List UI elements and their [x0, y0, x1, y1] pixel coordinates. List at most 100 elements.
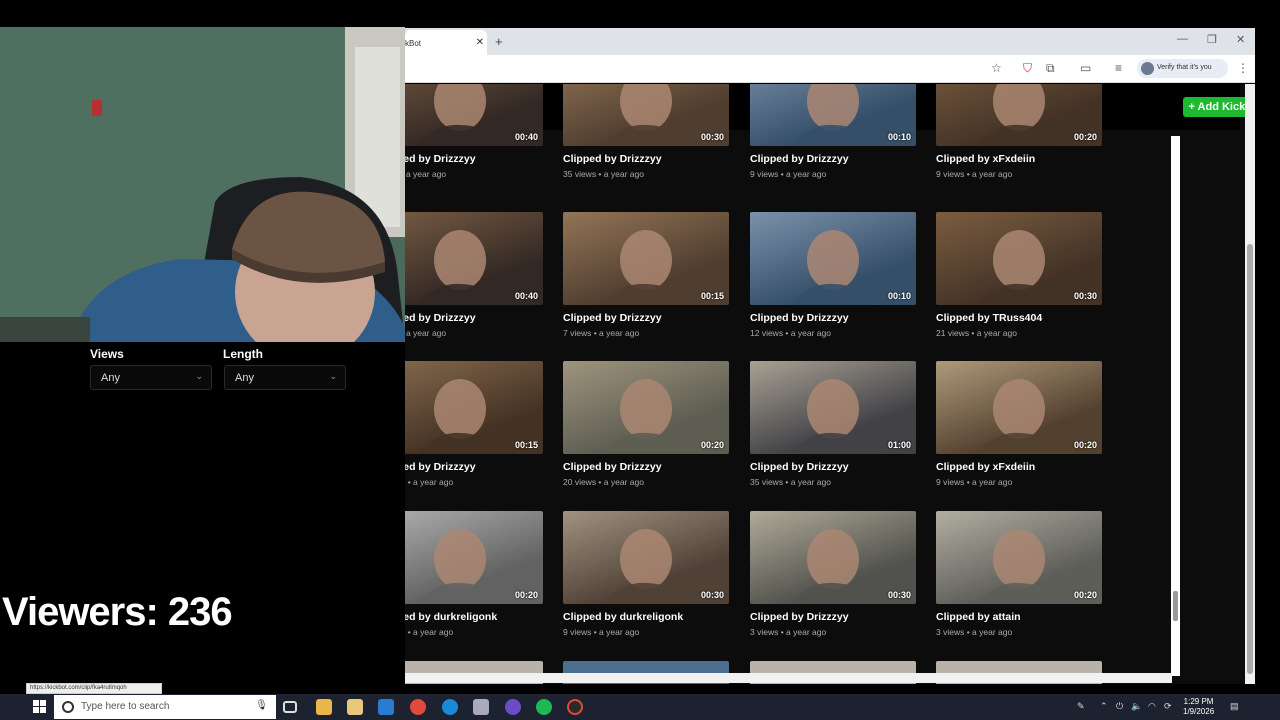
clip-thumbnail[interactable]: 00:20 [936, 511, 1102, 604]
mail-icon[interactable] [378, 699, 394, 715]
pen-icon[interactable]: ✎ [1077, 701, 1085, 712]
browser-menu-icon[interactable]: ⋮ [1237, 61, 1249, 75]
taskbar: Type here to search 🎙 ✎ ⌃ ⏻ 🔈 ◠ ⟳ 1:29 P… [0, 694, 1280, 720]
clip-thumbnail[interactable]: 00:30 [936, 212, 1102, 305]
tab-title: kBot [405, 39, 422, 48]
profile-verify-chip[interactable]: Verify that it's you [1137, 59, 1228, 78]
wifi-icon[interactable]: ◠ [1148, 701, 1156, 712]
volume-icon[interactable]: 🔈 [1131, 701, 1142, 712]
clip-title[interactable]: Clipped by TRuss404 [936, 312, 1106, 324]
clip-card[interactable]: 00:20 Clipped by xFxdeiin 9 views • a year… [936, 361, 1106, 487]
obs-icon[interactable] [567, 699, 583, 715]
windows-start-icon[interactable] [33, 700, 47, 714]
clip-card[interactable]: 00:15 Clipped by Drizzzyy 7 views • a year… [563, 212, 733, 338]
taskbar-search-input[interactable]: Type here to search 🎙 [54, 695, 276, 719]
clip-thumbnail[interactable]: 00:30 [750, 511, 916, 604]
length-filter-select[interactable]: Any ⌄ [224, 365, 346, 390]
clip-card[interactable]: 00:20 Clipped by Drizzzyy 20 views • a yea… [563, 361, 733, 487]
scrollbar-thumb[interactable] [1173, 591, 1178, 621]
clip-thumbnail[interactable]: 01:00 [750, 361, 916, 454]
clip-title[interactable]: Clipped by Drizzzyy [563, 461, 733, 473]
clip-duration: 01:00 [887, 440, 911, 450]
power-icon[interactable]: ⏻ [1116, 701, 1123, 712]
webcam-image [0, 27, 405, 342]
clip-thumbnail[interactable]: 00:20 [563, 361, 729, 454]
clip-title[interactable]: Clipped by Drizzzyy [563, 153, 733, 165]
clip-thumbnail[interactable]: 00:10 [750, 84, 916, 146]
clip-duration: 00:10 [887, 291, 911, 301]
clip-title[interactable]: Clipped by Drizzzyy [750, 153, 920, 165]
tab-close-icon[interactable]: ✕ [476, 37, 484, 48]
clip-card[interactable]: 01:00 Clipped by Drizzzyy 35 views • a yea… [750, 361, 920, 487]
clip-duration: 00:30 [700, 132, 724, 142]
clip-thumbnail[interactable]: 00:15 [563, 212, 729, 305]
store-icon[interactable] [347, 699, 363, 715]
clip-card[interactable]: 00:30 Clipped by TRuss404 21 views • a yea… [936, 212, 1106, 338]
cast-icon[interactable]: ▭ [1080, 61, 1091, 75]
clip-card[interactable]: 00:20 Clipped by xFxdeiin 9 views • a year… [936, 84, 1106, 179]
clip-thumbnail[interactable]: 00:30 [563, 511, 729, 604]
clip-card[interactable]: 00:10 Clipped by Drizzzyy 9 views • a year… [750, 84, 920, 179]
views-filter-select[interactable]: Any ⌄ [90, 365, 212, 390]
clip-title[interactable]: Clipped by Drizzzyy [750, 461, 920, 473]
taskbar-clock[interactable]: 1:29 PM 1/9/2026 [1183, 697, 1214, 717]
clip-meta: 3 views • a year ago [750, 627, 827, 637]
clip-duration: 00:20 [1073, 132, 1097, 142]
page-scrollbar[interactable] [1245, 84, 1255, 684]
browser-tab[interactable]: kBot ✕ [405, 30, 487, 55]
discord-icon[interactable] [505, 699, 521, 715]
spotify-icon[interactable] [536, 699, 552, 715]
microphone-icon[interactable]: 🎙 [255, 700, 268, 711]
clip-grid-scrollbar[interactable] [1171, 136, 1180, 676]
clip-thumbnail[interactable]: 00:20 [936, 84, 1102, 146]
sync-icon[interactable]: ⟳ [1164, 701, 1172, 712]
clip-thumbnail[interactable]: 00:10 [750, 212, 916, 305]
page-scrollbar-thumb[interactable] [1247, 244, 1253, 674]
media-control-icon[interactable]: ≡ [1115, 61, 1122, 75]
search-placeholder: Type here to search [81, 701, 170, 712]
clip-duration: 00:30 [1073, 291, 1097, 301]
webcam-overlay [0, 27, 405, 342]
clip-thumbnail[interactable]: 00:30 [563, 84, 729, 146]
clip-title[interactable]: Clipped by attain [936, 611, 1106, 623]
minimize-icon[interactable]: — [1177, 33, 1188, 45]
clip-title[interactable]: Clipped by Drizzzyy [750, 611, 920, 623]
clip-meta: 20 views • a year ago [563, 477, 644, 487]
clip-card[interactable]: 00:30 Clipped by Drizzzyy 35 views • a yea… [563, 84, 733, 179]
clip-title[interactable]: Clipped by xFxdeiin [936, 461, 1106, 473]
extensions-icon[interactable]: ⧉ [1046, 61, 1055, 76]
clip-duration: 00:30 [700, 590, 724, 600]
clip-thumbnail[interactable]: 00:20 [936, 361, 1102, 454]
close-window-icon[interactable]: ✕ [1236, 33, 1245, 46]
clip-duration: 00:20 [514, 590, 538, 600]
cortana-icon [62, 701, 74, 713]
clip-card[interactable]: 00:10 Clipped by Drizzzyy 12 views • a yea… [750, 212, 920, 338]
clip-card[interactable]: 00:30 Clipped by durkreligonk 9 views • a … [563, 511, 733, 637]
clip-title[interactable]: Clipped by durkreligonk [563, 611, 733, 623]
clip-title[interactable]: Clipped by Drizzzyy [563, 312, 733, 324]
clip-meta: 12 views • a year ago [750, 328, 831, 338]
task-view-icon[interactable] [283, 701, 297, 713]
kickbot-page: + Add KickBot 00:40Clipped by Drizzzyyvi… [360, 84, 1255, 684]
clip-duration: 00:20 [700, 440, 724, 450]
restore-icon[interactable]: ❐ [1207, 33, 1217, 46]
browser-toolbar: ☆ ⛉ ⧉ ▭ ≡ Verify that it's you ⋮ [405, 55, 1255, 83]
clip-title[interactable]: Clipped by xFxdeiin [936, 153, 1106, 165]
file-explorer-icon[interactable] [316, 699, 332, 715]
edge-icon[interactable] [442, 699, 458, 715]
chevron-up-icon[interactable]: ⌃ [1100, 701, 1108, 712]
clip-meta: 35 views • a year ago [750, 477, 831, 487]
bookmark-star-icon[interactable]: ☆ [991, 61, 1002, 75]
clip-duration: 00:10 [887, 132, 911, 142]
notification-icon[interactable]: ▤ [1230, 701, 1239, 712]
chrome-icon[interactable] [410, 699, 426, 715]
clip-card[interactable]: 00:20 Clipped by attain 3 views • a year a… [936, 511, 1106, 637]
avatar [1141, 62, 1154, 75]
new-tab-icon[interactable]: + [495, 34, 503, 49]
horizontal-scrollbar[interactable] [372, 673, 1172, 683]
clip-card[interactable]: 00:30 Clipped by Drizzzyy 3 views • a year… [750, 511, 920, 637]
shield-extension-icon[interactable]: ⛉ [1023, 61, 1032, 76]
app-icon[interactable] [473, 699, 489, 715]
clip-title[interactable]: Clipped by Drizzzyy [750, 312, 920, 324]
views-filter-value: Any [101, 372, 120, 384]
